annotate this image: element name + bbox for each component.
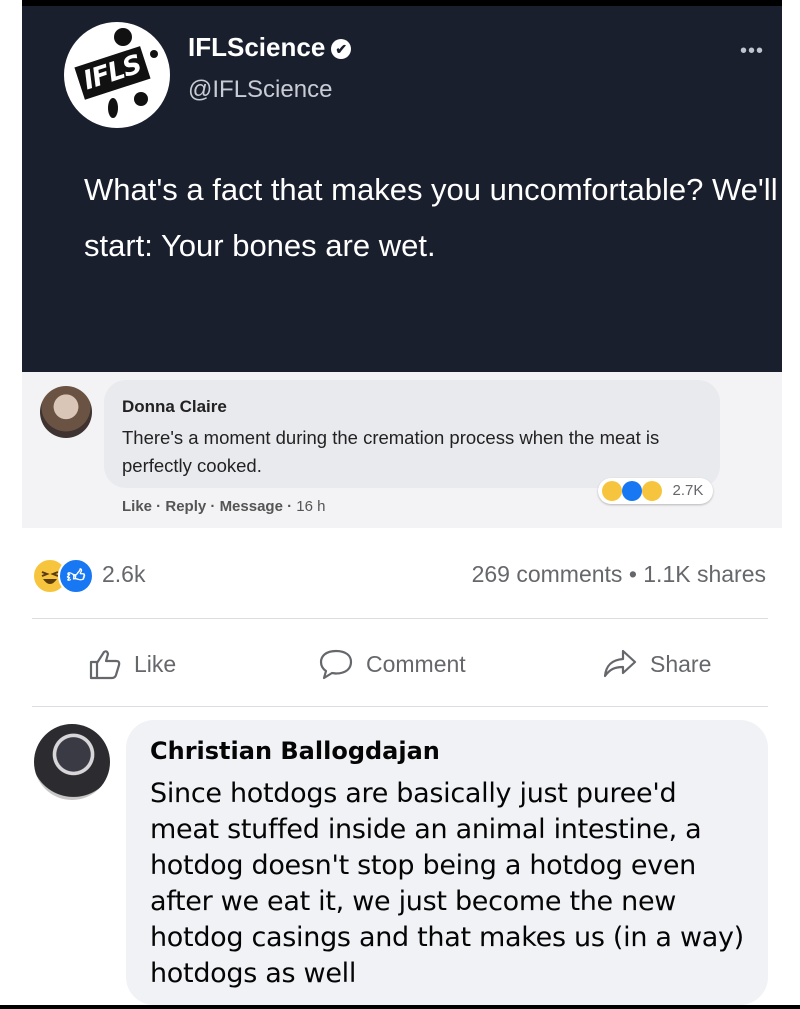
donna-comment-time: 16 h [296,498,326,515]
tweet-text: What's a fact that makes you uncomfortab… [84,172,778,263]
post-reaction-icons[interactable]: 👍︎ [32,558,98,594]
thumbs-up-icon [89,650,121,680]
donna-message-link[interactable]: Message [220,498,283,515]
verified-badge-icon: ✔ [331,39,352,60]
share-button[interactable]: Share [602,644,711,684]
share-icon [603,649,637,678]
tweet-author-name[interactable]: IFLScience ✔ [188,32,352,63]
donna-comment-actions: Like · Reply · Message · 16 h [122,498,326,515]
like-reaction-icon [622,481,643,502]
christian-comment-author[interactable]: Christian Ballogdajan [150,737,440,765]
donna-reaction-count: 2.7K [672,482,704,499]
wow-reaction-icon [642,481,663,502]
donna-comment-author[interactable]: Donna Claire [122,397,227,417]
christian-avatar[interactable] [34,724,110,800]
divider [32,618,768,619]
christian-comment-text: Since hotdogs are basically just puree'd… [150,778,744,989]
comment-label: Comment [366,650,466,677]
like-reaction-icon: 👍︎ [58,558,94,594]
divider [0,1005,800,1009]
donna-comment-text: There's a moment during the cremation pr… [122,427,660,476]
donna-like-link[interactable]: Like [122,498,152,515]
iflscience-avatar[interactable]: IFLS [64,22,170,128]
donna-reply-link[interactable]: Reply [165,498,206,515]
haha-reaction-icon [602,481,622,502]
divider [32,706,768,707]
like-button[interactable]: Like [88,644,176,684]
share-label: Share [650,650,712,677]
comment-icon [319,649,353,680]
post-reaction-count[interactable]: 2.6k [102,561,145,588]
comments-shares-count[interactable]: 269 comments • 1.1K shares [472,561,766,588]
donna-avatar[interactable] [40,386,92,438]
tweet-author-handle[interactable]: @IFLScience [188,76,332,104]
comment-button[interactable]: Comment [318,644,466,684]
tweet-card: IFLS IFLScience ✔ @IFLScience ••• What's … [22,0,782,378]
ellipsis-icon[interactable]: ••• [740,40,764,63]
donna-reaction-summary[interactable]: 2.7K [598,478,714,504]
like-label: Like [134,650,177,677]
